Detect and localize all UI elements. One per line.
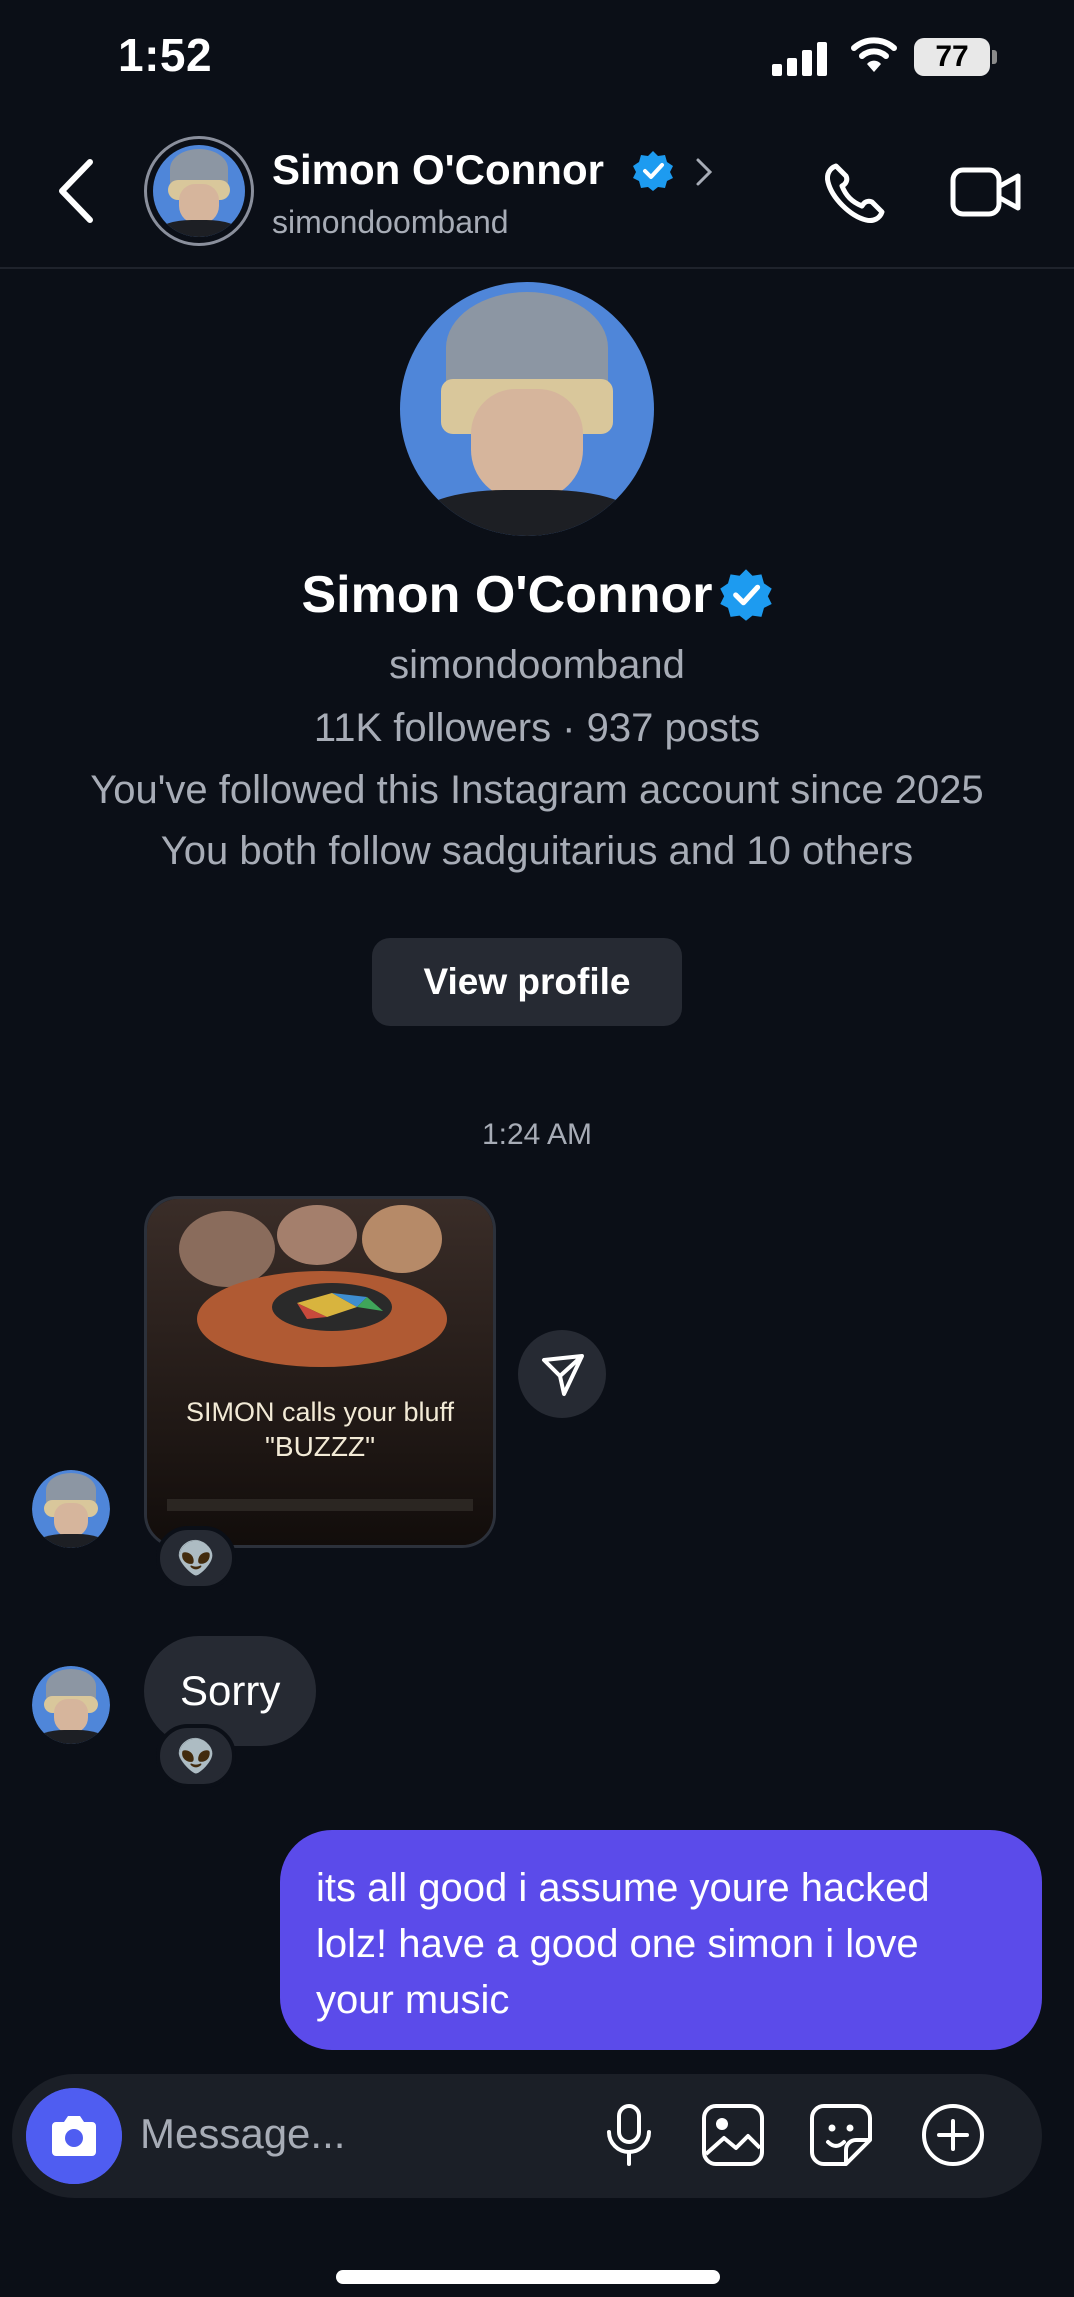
battery-icon: 77 (914, 38, 990, 76)
photo-caption-line-2: "BUZZZ" (264, 1431, 376, 1462)
alien-emoji-reaction: 👽 (176, 1540, 216, 1576)
profile-name-row: Simon O'Connor (0, 565, 1074, 625)
reaction-badge[interactable]: 👽 (156, 1724, 236, 1788)
photo-caption-line-1: SIMON calls your bluff (185, 1397, 455, 1427)
shared-photo-message[interactable]: SIMON calls your bluff "BUZZZ" (144, 1196, 496, 1548)
phone-icon[interactable] (822, 160, 888, 226)
sender-avatar[interactable] (32, 1470, 110, 1548)
profile-stats: 11K followers · 937 posts (313, 706, 761, 750)
wifi-icon (851, 37, 897, 72)
status-time: 1:52 (118, 29, 213, 81)
plus-icon[interactable] (918, 2100, 988, 2170)
video-camera-icon[interactable] (950, 164, 1022, 220)
mutual-followers-text: You both follow sadguitarius and 10 othe… (160, 829, 914, 873)
sticker-icon[interactable] (806, 2100, 876, 2170)
microphone-icon[interactable] (594, 2100, 664, 2170)
message-text: Sorry (180, 1667, 281, 1714)
verified-badge-icon (719, 569, 772, 621)
view-profile-button[interactable]: View profile (372, 938, 682, 1026)
sender-avatar[interactable] (32, 1666, 110, 1744)
header-avatar[interactable] (144, 136, 254, 246)
message-text: its all good i assume youre hacked lolz!… (316, 1866, 930, 2022)
back-arrow-icon[interactable] (56, 158, 96, 224)
cellular-signal-icon (772, 40, 830, 76)
outgoing-message-bubble[interactable]: its all good i assume youre hacked lolz!… (280, 1830, 1042, 2050)
profile-name: Simon O'Connor (301, 566, 713, 624)
header-username[interactable]: simondoomband (272, 204, 509, 241)
reaction-badge[interactable]: 👽 (156, 1526, 236, 1590)
header-divider (0, 267, 1074, 269)
profile-username: simondoomband (389, 643, 685, 687)
battery-tip (992, 50, 997, 64)
profile-avatar[interactable] (400, 282, 654, 536)
alien-emoji-reaction: 👽 (176, 1738, 216, 1774)
home-indicator[interactable] (336, 2270, 720, 2284)
message-timestamp: 1:24 AM (481, 1118, 593, 1151)
share-icon[interactable] (518, 1330, 606, 1418)
camera-icon[interactable] (26, 2088, 122, 2184)
followed-since-text: You've followed this Instagram account s… (90, 768, 984, 812)
chevron-right-icon[interactable] (694, 156, 714, 188)
gallery-icon[interactable] (698, 2100, 768, 2170)
verified-badge-icon (633, 151, 673, 191)
vintage-ad-image (147, 1199, 493, 1545)
header-contact-name[interactable]: Simon O'Connor (272, 146, 604, 194)
message-input[interactable] (140, 2104, 560, 2164)
